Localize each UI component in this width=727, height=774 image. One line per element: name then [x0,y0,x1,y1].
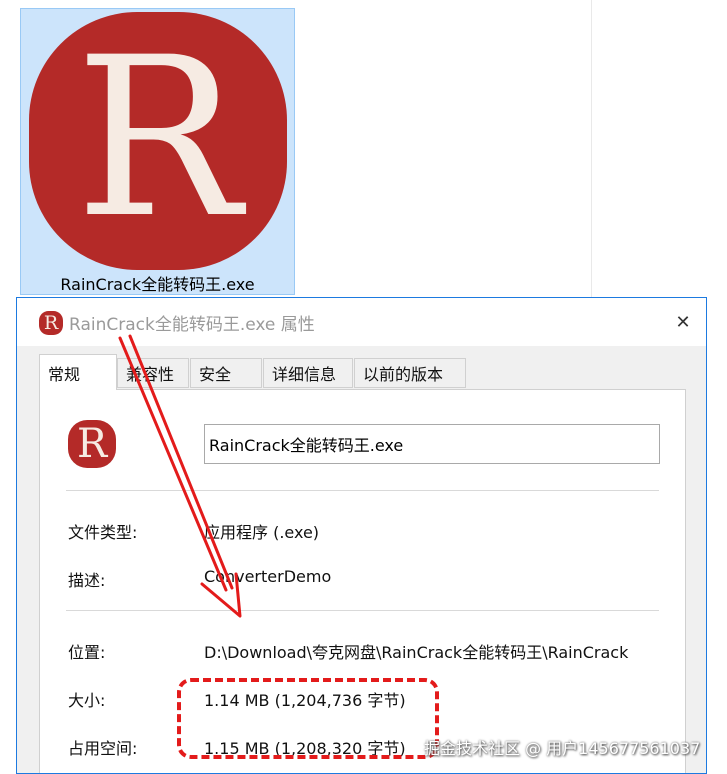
size-label: 大小: [68,691,106,710]
file-name-label: RainCrack全能转码王.exe [60,275,255,294]
close-button[interactable]: ✕ [660,298,706,346]
separator [66,490,659,491]
app-icon-letter: R [75,10,241,266]
file-icon: R [68,420,116,468]
dialog-title: RainCrack全能转码王.exe 属性 [69,315,315,335]
file-name-field[interactable] [204,424,660,464]
tab-details[interactable]: 详细信息 [263,358,353,388]
description-value: ConverterDemo [204,567,332,586]
separator [66,610,659,611]
size-on-disk-label: 占用空间: [68,739,138,758]
close-icon: ✕ [675,311,691,333]
title-app-icon: R [39,311,63,335]
description-label: 描述: [68,571,106,590]
raincrack-app-icon: R [29,12,287,270]
explorer-divider [591,0,592,298]
file-type-value: 应用程序 (.exe) [204,523,320,542]
file-type-label: 文件类型: [68,523,138,542]
dialog-titlebar[interactable]: R RainCrack全能转码王.exe 属性 ✕ [17,298,706,346]
location-value: D:\Download\夸克网盘\RainCrack全能转码王\RainCrac… [204,643,629,662]
tab-general[interactable]: 常规 [39,354,117,390]
highlight-box [177,678,439,759]
tab-compatibility[interactable]: 兼容性 [117,358,189,388]
selected-file-tile[interactable]: R RainCrack全能转码王.exe [20,8,295,295]
title-icon-letter: R [43,311,59,334]
file-icon-letter: R [76,421,108,467]
location-label: 位置: [68,643,106,662]
tab-security[interactable]: 安全 [190,358,262,388]
tab-previous-versions[interactable]: 以前的版本 [354,358,466,388]
watermark: 掘金技术社区 @ 用户145677561037 [424,739,701,758]
